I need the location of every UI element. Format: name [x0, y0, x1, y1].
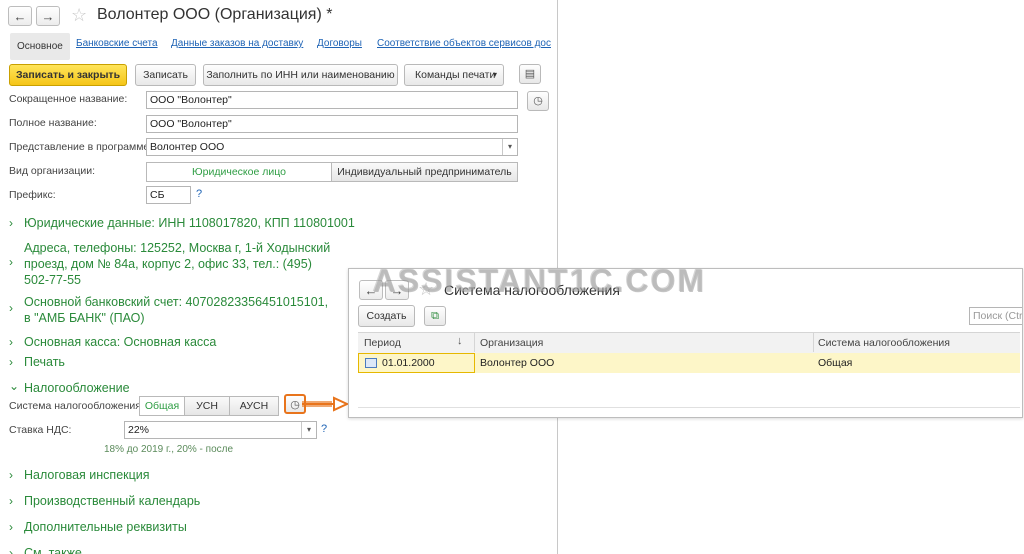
- group-print[interactable]: Печать: [24, 354, 65, 370]
- prefix-label: Префикс:: [9, 189, 56, 201]
- column-divider: [474, 333, 475, 352]
- display-name-value: Волонтер ООО: [150, 141, 225, 153]
- record-icon: [365, 358, 377, 368]
- table-empty-area: [358, 373, 1020, 408]
- help-icon[interactable]: ?: [321, 423, 327, 435]
- dropdown-arrow-icon[interactable]: ▾: [502, 139, 517, 155]
- tax-system-label: Система налогообложения:: [9, 400, 144, 412]
- org-type-entrepreneur[interactable]: Индивидуальный предприниматель: [331, 162, 518, 182]
- group-bank-account[interactable]: Основной банковский счет: 40702823356451…: [24, 294, 328, 326]
- forward-button[interactable]: →: [36, 6, 60, 26]
- address-line: Адреса, телефоны: 125252, Москва г, 1-й …: [24, 241, 331, 255]
- tab-delivery-orders[interactable]: Данные заказов на доставку: [171, 38, 303, 49]
- tab-bank-accounts[interactable]: Банковские счета: [76, 38, 158, 49]
- document-icon[interactable]: ▤: [519, 64, 541, 84]
- history-icon[interactable]: ◷: [527, 91, 549, 111]
- print-commands-button[interactable]: Команды печати ▾: [404, 64, 504, 86]
- vat-rate-field[interactable]: 22% ▾: [124, 421, 317, 439]
- chevron-right-icon: ›: [9, 468, 13, 482]
- copy-icon[interactable]: ⧉: [424, 306, 446, 326]
- column-period[interactable]: Период: [364, 337, 401, 349]
- vat-rate-label: Ставка НДС:: [9, 424, 72, 436]
- group-legal-data[interactable]: Юридические данные: ИНН 1108017820, КПП …: [24, 215, 355, 231]
- group-see-also[interactable]: См. также: [24, 545, 82, 554]
- vat-rate-value: 22%: [128, 424, 150, 436]
- column-divider: [813, 333, 814, 352]
- dropdown-arrow-icon[interactable]: ▾: [301, 422, 316, 438]
- chevron-right-icon: ›: [9, 546, 13, 554]
- vat-hint: 18% до 2019 г., 20% - после: [104, 444, 234, 455]
- chevron-right-icon: ›: [9, 355, 13, 369]
- full-name-field[interactable]: ООО "Волонтер": [146, 115, 518, 133]
- cell-period: 01.01.2000: [382, 357, 435, 369]
- window-title: Волонтер ООО (Организация) *: [97, 6, 333, 23]
- help-icon[interactable]: ?: [196, 188, 202, 200]
- address-line: 502-77-55: [24, 273, 81, 287]
- cell-tax-system: Общая: [818, 357, 853, 369]
- chevron-right-icon: ›: [9, 301, 13, 315]
- full-name-label: Полное название:: [9, 117, 97, 129]
- chevron-right-icon: ›: [9, 494, 13, 508]
- chevron-right-icon: ›: [9, 520, 13, 534]
- sort-arrow-icon[interactable]: ↓: [457, 335, 463, 347]
- group-taxation[interactable]: Налогообложение: [24, 380, 130, 396]
- address-line: проезд, дом № 84а, корпус 2, офис 33, те…: [24, 257, 312, 271]
- chevron-right-icon: ›: [9, 255, 13, 269]
- group-cash[interactable]: Основная касса: Основная касса: [24, 334, 216, 350]
- group-calendar[interactable]: Производственный календарь: [24, 493, 200, 509]
- short-name-field[interactable]: ООО "Волонтер": [146, 91, 518, 109]
- chevron-down-icon: ▾: [492, 70, 497, 79]
- favorite-star-icon[interactable]: ☆: [71, 5, 87, 25]
- group-additional[interactable]: Дополнительные реквизиты: [24, 519, 187, 535]
- watermark: ASSISTANT1C.COM: [372, 262, 706, 298]
- bank-line: Основной банковский счет: 40702823356451…: [24, 295, 329, 309]
- tab-service-mapping[interactable]: Соответствие объектов сервисов дос: [377, 38, 551, 49]
- display-name-field[interactable]: Волонтер ООО ▾: [146, 138, 518, 156]
- cell-organization: Волонтер ООО: [480, 357, 555, 369]
- back-button[interactable]: ←: [8, 6, 32, 26]
- tax-system-ausn[interactable]: АУСН: [229, 396, 279, 416]
- short-name-label: Сокращенное название:: [9, 93, 128, 105]
- save-and-close-button[interactable]: Записать и закрыть: [9, 64, 127, 86]
- save-button[interactable]: Записать: [135, 64, 196, 86]
- bank-line: в "АМБ БАНК" (ПАО): [24, 311, 145, 325]
- print-commands-label: Команды печати: [415, 69, 496, 81]
- prefix-field[interactable]: СБ: [146, 186, 191, 204]
- search-input[interactable]: Поиск (Ctrl: [969, 307, 1022, 325]
- group-addresses[interactable]: Адреса, телефоны: 125252, Москва г, 1-й …: [24, 240, 330, 288]
- org-type-label: Вид организации:: [9, 165, 96, 177]
- chevron-down-icon: ⌄: [9, 379, 20, 393]
- callout-arrow-icon: [302, 396, 350, 412]
- column-tax-system[interactable]: Система налогообложения: [818, 337, 950, 349]
- fill-by-inn-button[interactable]: Заполнить по ИНН или наименованию: [203, 64, 398, 86]
- chevron-right-icon: ›: [9, 335, 13, 349]
- group-tax-office[interactable]: Налоговая инспекция: [24, 467, 150, 483]
- chevron-right-icon: ›: [9, 216, 13, 230]
- tab-main[interactable]: Основное: [10, 33, 70, 60]
- display-name-label: Представление в программе:: [9, 141, 153, 153]
- tab-contracts[interactable]: Договоры: [317, 38, 362, 49]
- tax-system-usn[interactable]: УСН: [184, 396, 230, 416]
- create-button[interactable]: Создать: [358, 305, 415, 327]
- tax-system-general[interactable]: Общая: [139, 396, 185, 416]
- column-organization[interactable]: Организация: [480, 337, 543, 349]
- org-type-legal-entity[interactable]: Юридическое лицо: [146, 162, 332, 182]
